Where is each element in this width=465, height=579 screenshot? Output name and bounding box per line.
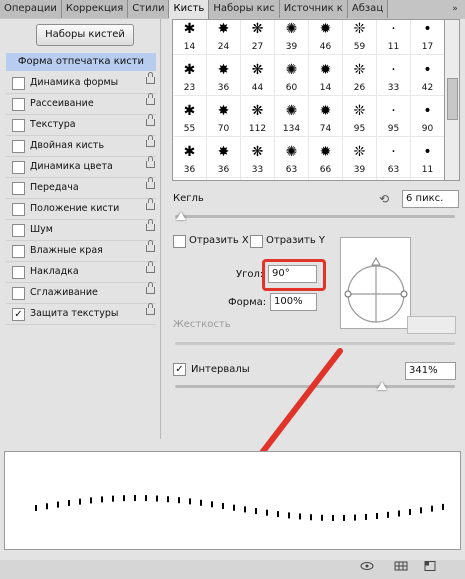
brush-panel: Наборы кистей Форма отпечатка кисти Дина… bbox=[0, 19, 465, 571]
stroke-dab bbox=[167, 496, 169, 503]
stroke-dab bbox=[343, 514, 345, 521]
stroke-dab bbox=[68, 500, 70, 507]
stroke-dab bbox=[420, 507, 422, 514]
tab-4[interactable]: Наборы кис bbox=[209, 0, 280, 18]
stroke-dab bbox=[255, 508, 257, 515]
tab-2[interactable]: Стили bbox=[128, 0, 170, 18]
stroke-dab bbox=[233, 504, 235, 511]
stroke-dab bbox=[299, 513, 301, 520]
stroke-dab bbox=[200, 499, 202, 506]
stroke-dab bbox=[431, 505, 433, 512]
brush-stroke-preview bbox=[4, 451, 461, 550]
stroke-dab bbox=[222, 502, 224, 509]
stroke-dab bbox=[46, 503, 48, 510]
stroke-dab bbox=[387, 511, 389, 518]
stroke-dab bbox=[178, 497, 180, 504]
stroke-dab bbox=[101, 496, 103, 503]
stroke-dab bbox=[398, 510, 400, 517]
stroke-dab bbox=[277, 511, 279, 518]
stroke-dab bbox=[354, 514, 356, 521]
stroke-dab bbox=[332, 514, 334, 521]
panel-bottom-bar bbox=[0, 549, 465, 579]
stroke-dab bbox=[321, 514, 323, 521]
stroke-dab bbox=[79, 498, 81, 505]
stroke-dab bbox=[376, 512, 378, 519]
stroke-dab bbox=[409, 508, 411, 515]
stroke-dab bbox=[189, 498, 191, 505]
eye-icon[interactable] bbox=[360, 561, 374, 571]
stroke-dab bbox=[442, 503, 444, 510]
stroke-dab bbox=[288, 512, 290, 519]
tab-5[interactable]: Источник к bbox=[279, 0, 348, 18]
tab-6[interactable]: Абзац bbox=[347, 0, 389, 18]
stroke-dab bbox=[244, 506, 246, 513]
double-chevron-right-icon[interactable]: » bbox=[445, 0, 465, 18]
panel-tabs: Операции Коррекция Стили Кисть Наборы кис Ист… bbox=[0, 0, 465, 20]
stroke-dab bbox=[90, 497, 92, 504]
stroke-dab bbox=[112, 495, 114, 502]
stroke-preview-icon bbox=[35, 495, 444, 521]
tab-0[interactable]: Операции bbox=[0, 0, 62, 18]
stroke-dab bbox=[266, 509, 268, 516]
stroke-dab bbox=[156, 495, 158, 502]
tab-3[interactable]: Кисть bbox=[169, 0, 210, 19]
brush-grid-icon[interactable] bbox=[394, 561, 408, 571]
stroke-dab bbox=[365, 513, 367, 520]
stroke-dab bbox=[35, 505, 37, 511]
new-preset-icon[interactable] bbox=[423, 561, 437, 571]
stroke-dab bbox=[57, 501, 59, 508]
tab-1[interactable]: Коррекция bbox=[61, 0, 129, 18]
stroke-dab bbox=[211, 501, 213, 508]
stroke-dab bbox=[145, 495, 147, 502]
stroke-dab bbox=[123, 495, 125, 502]
stroke-dab bbox=[310, 514, 312, 521]
stroke-dab bbox=[134, 495, 136, 502]
